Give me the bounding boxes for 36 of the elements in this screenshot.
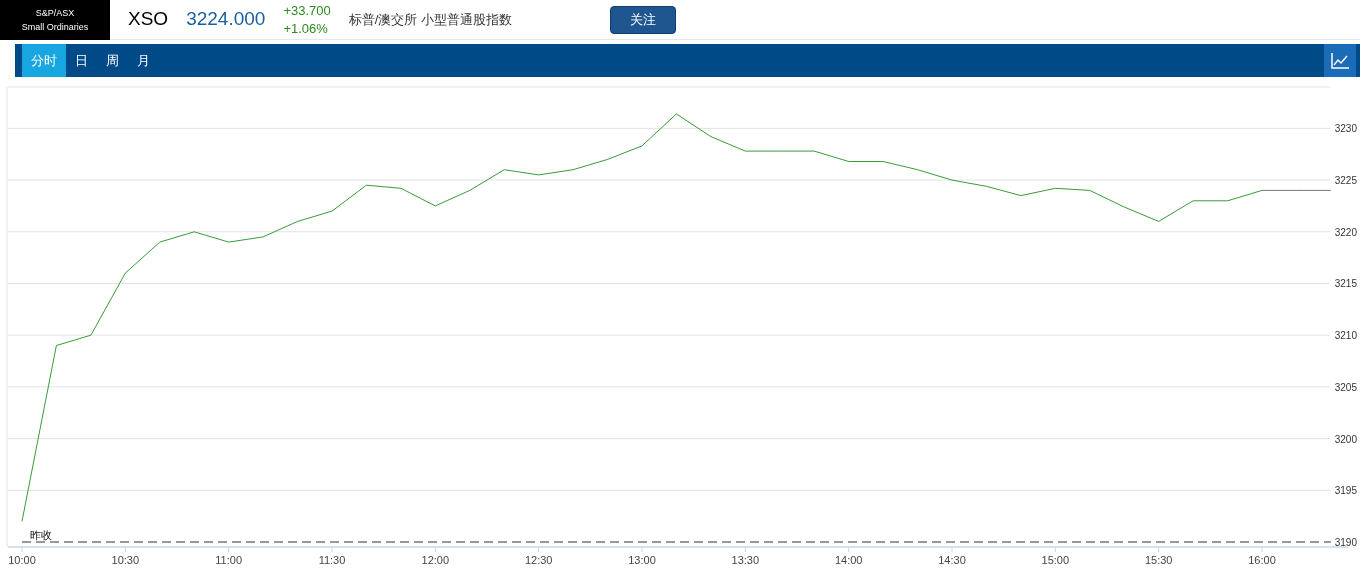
y-axis-label: 3195 — [1334, 485, 1357, 497]
current-price-line — [1261, 190, 1332, 191]
price: 3224.000 — [186, 7, 266, 32]
line-chart-icon — [1330, 51, 1350, 70]
x-axis-label: 15:30 — [1144, 554, 1173, 566]
x-axis-label: 12:30 — [524, 554, 553, 566]
x-axis-label: 10:00 — [8, 554, 36, 566]
y-axis-label: 3220 — [1334, 226, 1357, 238]
y-axis-label: 3215 — [1334, 278, 1357, 290]
x-axis-label: 13:00 — [628, 554, 656, 566]
y-axis-label: 3225 — [1334, 175, 1357, 187]
x-axis-label: 11:30 — [318, 554, 346, 566]
index-name: 标普/澳交所 小型普通股指数 — [348, 10, 512, 29]
x-axis-label: 13:30 — [731, 554, 760, 566]
y-axis-label: 3190 — [1334, 537, 1357, 548]
follow-button[interactable]: 关注 — [609, 5, 676, 34]
x-axis-label: 14:00 — [834, 554, 863, 566]
y-axis-label: 3230 — [1334, 123, 1357, 135]
x-axis-label: 15:00 — [1041, 554, 1070, 566]
period-tab[interactable]: 月 — [128, 44, 159, 77]
x-axis-label: 10:30 — [111, 554, 140, 566]
chart-type-button[interactable] — [1324, 44, 1356, 77]
y-axis-label: 3200 — [1334, 433, 1357, 445]
y-axis-label: 3205 — [1334, 381, 1357, 393]
previous-close-label: 昨收 — [30, 529, 52, 541]
period-tab[interactable]: 日 — [66, 44, 97, 77]
index-logo: S&P/ASX Small Ordinaries — [0, 0, 110, 40]
x-axis-label: 16:00 — [1248, 554, 1276, 566]
x-axis-label: 12:00 — [421, 554, 450, 566]
price-change: +33.700 — [283, 1, 331, 20]
period-tab[interactable]: 周 — [97, 44, 128, 77]
x-axis-label: 11:00 — [215, 554, 243, 566]
percent-change: +1.06% — [283, 19, 329, 38]
y-axis-label: 3210 — [1334, 330, 1357, 342]
symbol: XSO — [128, 7, 169, 32]
x-axis-label: 14:30 — [938, 554, 966, 566]
